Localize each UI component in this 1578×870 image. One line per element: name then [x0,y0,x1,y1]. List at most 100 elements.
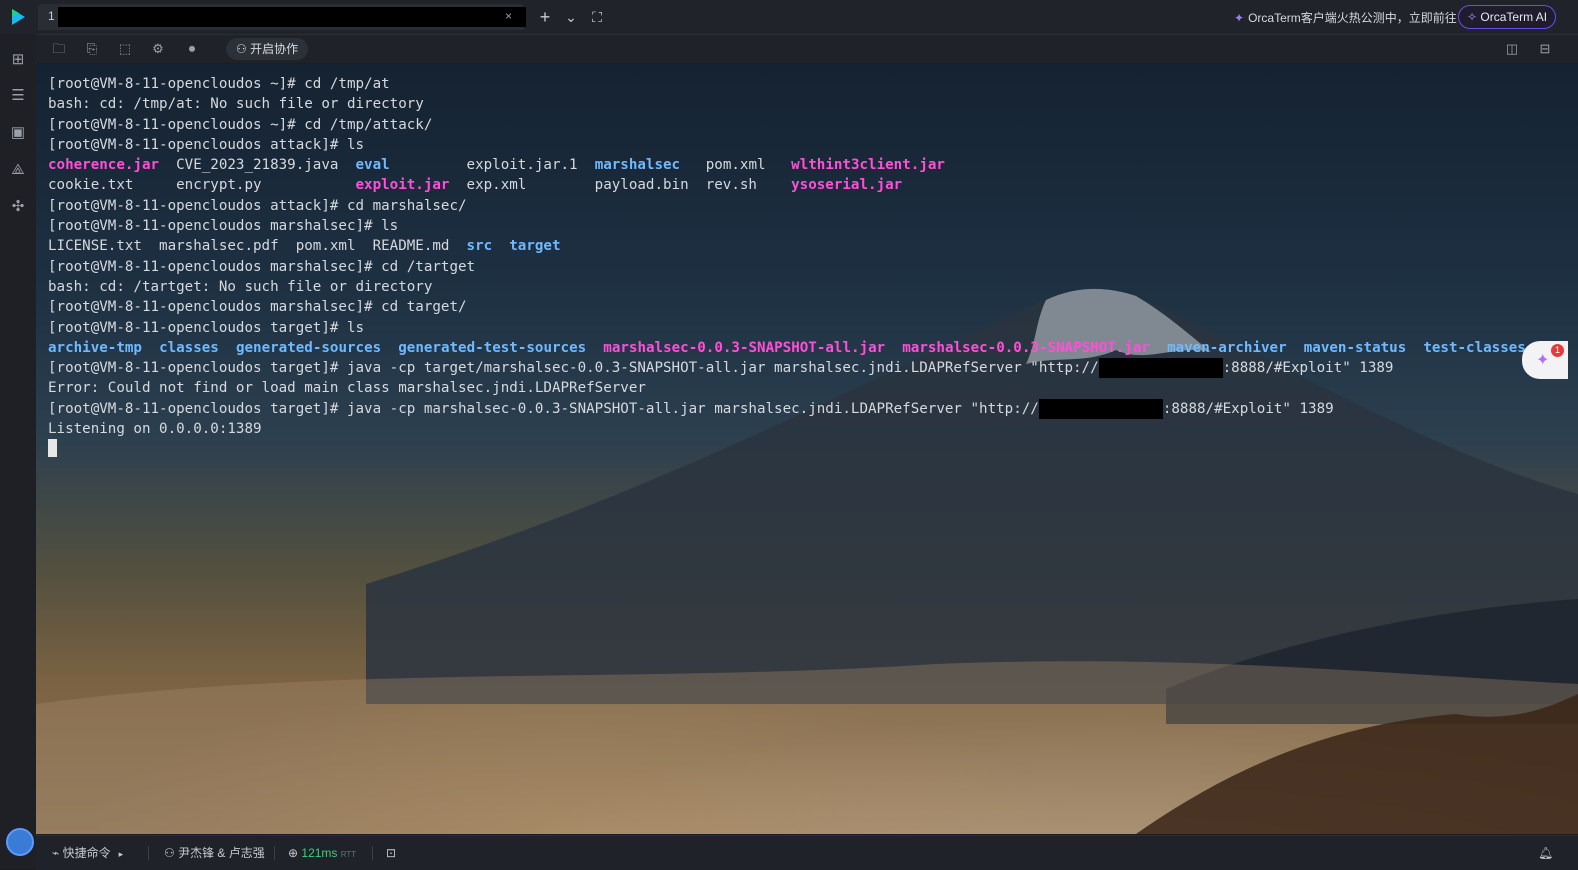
terminal-output: [root@VM-8-11-opencloudos ~]# cd /tmp/at… [48,74,1526,460]
chevron-down-icon[interactable]: ⌄ [562,8,580,26]
ls-entry: ysoserial.jar [791,177,903,194]
plugin-puzzle-icon[interactable]: ✣ [9,198,27,216]
tab-close-icon[interactable]: × [505,9,512,23]
terminal-text: [root@VM-8-11-opencloudos ~]# cd /tmp/at [48,76,390,92]
server-list-icon[interactable]: ☰ [9,87,27,105]
ls-entry: eval [355,157,390,174]
settings-gear-icon[interactable]: ⚙ [149,40,167,58]
ls-entry: marshalsec [594,157,681,174]
split-horizontal-icon[interactable]: ⊟ [1536,40,1554,58]
lightning-icon: ⌁ [52,846,63,860]
app-logo-icon [12,9,25,25]
terminal-text: [root@VM-8-11-opencloudos ~]# cd /tmp/at… [48,116,433,133]
ls-entry: generated-sources [235,339,382,356]
terminal-text: cookie.txt encrypt.py [48,177,356,194]
terminal-line: LICENSE.txt marshalsec.pdf pom.xml READM… [48,236,1526,256]
session-tab[interactable]: 1 × [38,4,526,30]
terminal-screen[interactable]: [root@VM-8-11-opencloudos ~]# cd /tmp/at… [36,64,1578,834]
terminal-text: :8888/#Exploit" 1389 [1162,400,1334,417]
terminal-text: [root@VM-8-11-opencloudos attack]# cd ma… [48,197,467,214]
terminal-line: bash: cd: /tmp/at: No such file or direc… [48,94,1526,114]
fullscreen-icon[interactable]: ⛶ [588,8,606,26]
terminal-text: Error: Could not find or load main class… [48,380,646,397]
file-transfer-icon[interactable]: ⎘ [83,40,101,58]
latency-indicator: ⊕ 121ms RTT [288,845,356,863]
rtt-label: RTT [340,850,357,859]
latency-value: 121ms [301,846,338,860]
terminal-text: [root@VM-8-11-opencloudos target]# java … [48,400,1039,417]
terminal-text: [root@VM-8-11-opencloudos target]# java … [48,360,1099,377]
terminal-text: exp.xml payload.bin rev.sh [449,177,792,194]
ls-entry: test-classes [1423,339,1526,356]
ls-entry: generated-test-sources [398,339,587,356]
ls-entry: marshalsec-0.0.3-SNAPSHOT.jar [902,339,1150,356]
bell-icon[interactable]: 🔔︎ [1538,845,1553,861]
terminal-line: archive-tmp classes generated-sources ge… [48,338,1526,358]
notification-badge: 1 [1551,344,1564,357]
floating-assistant-button[interactable]: ✦ 1 [1522,341,1568,379]
terminal-window-icon[interactable]: ▣ [9,124,27,142]
collab-label: 开启协作 [250,42,299,56]
terminal-text: [root@VM-8-11-opencloudos marshalsec]# c… [48,258,476,275]
terminal-line: cookie.txt encrypt.py exploit.jar exp.xm… [48,175,1526,195]
terminal-line: [root@VM-8-11-opencloudos attack]# cd ma… [48,196,1526,216]
terminal-line: Listening on 0.0.0.0:1389 [48,419,1526,439]
terminal-text: [root@VM-8-11-opencloudos marshalsec]# l… [48,218,399,235]
ls-entry: archive-tmp [48,339,142,356]
terminal-text: pom.xml [680,157,792,174]
top-bar: 1 × + ⌄ ⛶ ✦ OrcaTerm客户端火热公测中，立即前往 ✧ OrcaT… [0,0,1578,35]
terminal-text: LICENSE.txt marshalsec.pdf pom.xml READM… [48,238,467,255]
ls-entry: classes [159,339,219,356]
ls-entry: marshalsec-0.0.3-SNAPSHOT-all.jar [603,339,886,356]
split-vertical-icon[interactable]: ◫ [1503,40,1521,58]
sparkle-icon: ✦ [1234,11,1245,25]
collaborators-label: 尹杰锋 & 卢志强 [178,846,265,860]
grid-apps-icon[interactable]: ⊞ [9,51,27,69]
terminal-line: coherence.jar CVE_2023_21839.java eval e… [48,155,1526,175]
terminal-line: [root@VM-8-11-opencloudos attack]# ls [48,135,1526,155]
terminal-text: bash: cd: /tartget: No such file or dire… [48,278,433,295]
user-avatar[interactable] [6,828,34,856]
caret-right-icon: ▸ [118,849,124,859]
terminal-text: Listening on 0.0.0.0:1389 [48,421,262,438]
ls-entry: src [466,238,493,255]
ls-entry: maven-archiver [1167,339,1287,356]
record-icon[interactable]: ⏺ [183,40,201,58]
monitor-chart-icon[interactable]: ⊡ [386,845,396,861]
tab-number: 1 [48,9,55,23]
terminal-toolbar: 🗀 ⎘ ⬚ ⚙ ⏺ ⚇ 开启协作 ◫ ⊟ [36,35,1578,63]
terminal-line: [root@VM-8-11-opencloudos marshalsec]# l… [48,216,1526,236]
client-promo-link[interactable]: ✦ OrcaTerm客户端火热公测中，立即前往 [1234,9,1457,26]
collaboration-button[interactable]: ⚇ 开启协作 [226,38,309,60]
terminal-text: exploit.jar.1 [389,157,595,174]
status-divider [148,846,149,860]
assistant-icon: ✦ [1536,352,1550,369]
orcaterm-ai-button[interactable]: ✧ OrcaTerm AI [1458,5,1557,29]
terminal-text: [root@VM-8-11-opencloudos marshalsec]# c… [48,299,467,316]
terminal-line: [root@VM-8-11-opencloudos marshalsec]# c… [48,297,1526,317]
sftp-folder-icon[interactable]: 🗀 [50,40,68,58]
ls-entry: wlthint3client.jar [791,157,945,174]
collaborators[interactable]: ⚇ 尹杰锋 & 卢志强 [164,845,265,861]
terminal-text: CVE_2023_21839.java [159,157,356,174]
terminal-text: [root@VM-8-11-opencloudos target]# ls [48,319,365,336]
terminal-line: [root@VM-8-11-opencloudos target]# java … [48,398,1526,419]
quick-command-button[interactable]: ⌁ 快捷命令 ▸ [52,845,123,862]
ls-entry: target [509,238,561,255]
new-tab-icon[interactable]: + [536,8,554,26]
promo-text: OrcaTerm客户端火热公测中，立即前往 [1248,11,1457,25]
ls-entry: coherence.jar [48,157,160,174]
person-add-icon: ⚇ [236,42,251,56]
ai-button-label: OrcaTerm AI [1480,10,1548,24]
network-icon[interactable]: ⟁ [9,161,27,179]
screenshot-icon[interactable]: ⬚ [116,40,134,58]
terminal-line: [root@VM-8-11-opencloudos target]# java … [48,358,1526,379]
redacted-ip [1098,358,1223,379]
